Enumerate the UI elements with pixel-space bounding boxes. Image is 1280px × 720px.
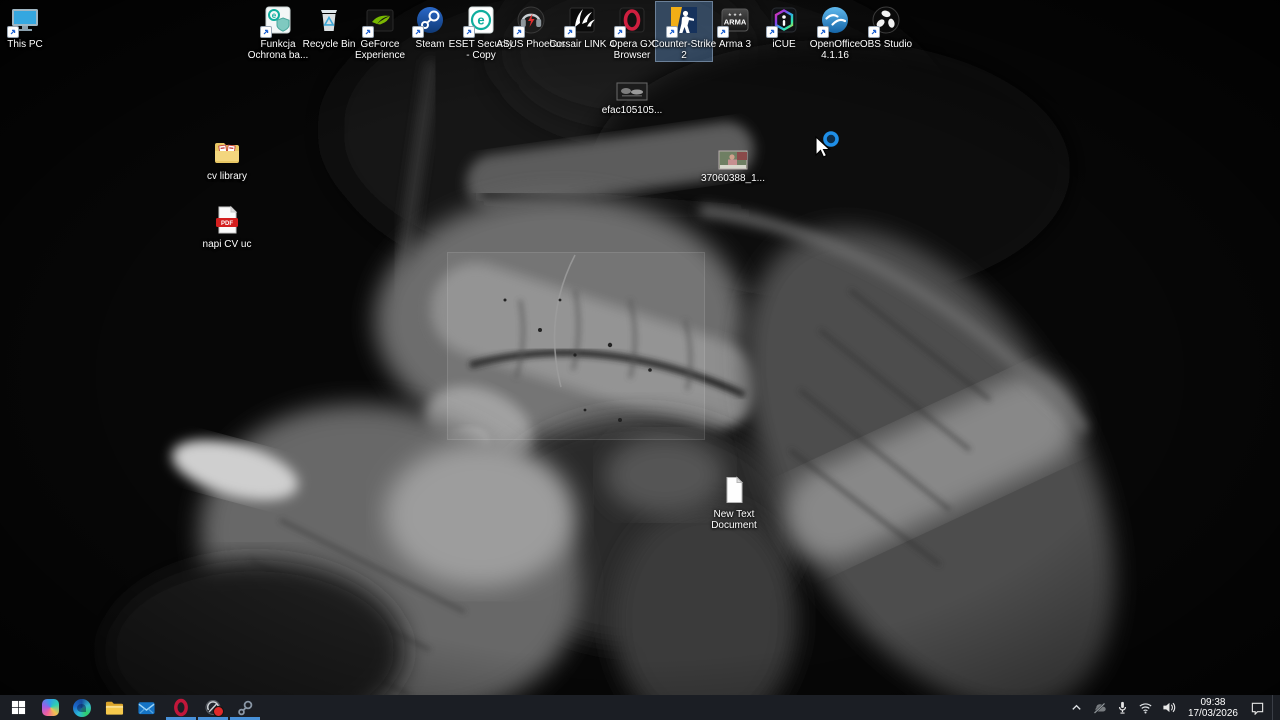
svg-text:e: e [272,11,277,20]
shortcut-arrow-icon [717,26,729,38]
edge-browser-icon [73,698,91,717]
shortcut-arrow-icon [412,26,424,38]
opera-gx-ring-icon [174,698,188,717]
corsair-sails-icon [564,4,598,38]
onedrive-tray-button[interactable] [1092,695,1108,720]
microphone-tray-button[interactable] [1115,695,1131,720]
shortcut-arrow-icon [362,26,374,38]
network-tray-button[interactable] [1138,695,1154,720]
shortcut-arrow-icon [766,26,778,38]
svg-text:e: e [477,13,484,28]
arma-3-icon: ★ ★ ★ ARMA [717,4,751,38]
obs-pinwheel-icon [868,4,902,38]
desktop-icon-eset-security[interactable]: e ESET Security - Copy [449,4,513,61]
eset-e-icon: e [463,4,497,38]
volume-icon [1163,702,1176,713]
action-center-button[interactable] [1249,695,1265,720]
pdf-file-icon: PDF [211,204,243,236]
icon-label: This PC [7,39,43,50]
icon-label: efac105105... [601,105,663,116]
shortcut-arrow-icon [614,26,626,38]
computer-monitor-icon [7,4,41,38]
copilot-icon [41,699,59,716]
taskbar-steam-button[interactable] [229,695,261,720]
shortcut-arrow-icon [513,26,525,38]
taskbar-edge-button[interactable] [66,695,98,720]
mail-envelope-icon [137,701,155,714]
faint-overlay-rectangle [447,252,705,440]
desktop-icon-openoffice[interactable]: OpenOffice 4.1.16 [807,4,863,61]
icon-label: napi CV uc [202,239,252,250]
desktop-icon-photo-37060388[interactable]: 37060388_1... [701,150,765,184]
shortcut-arrow-icon [666,26,678,38]
windows-logo-icon [11,700,25,715]
show-desktop-button[interactable] [1272,695,1277,720]
shortcut-arrow-icon [463,26,475,38]
microphone-icon [1119,701,1127,714]
opera-gx-ring-icon [614,4,648,38]
windows-desktop: { "desktop": { "wallpaper_alt": "Black a… [0,0,1280,720]
taskbar-file-explorer-button[interactable] [98,695,130,720]
desktop-icon-new-text-document[interactable]: New Text Document [706,474,762,531]
folder-with-documents-icon [211,136,243,168]
svg-text:PDF: PDF [221,221,233,227]
steam-logo-icon [412,4,446,38]
clock-date: 17/03/2026 [1187,707,1238,719]
taskbar: 09:38 17/03/2026 [0,695,1280,720]
desktop-icon-napi-cv-pdf[interactable]: PDF napi CV uc [199,204,255,250]
notification-badge [213,706,224,717]
recycle-bin-icon [313,4,345,36]
action-center-icon [1251,702,1263,715]
blank-text-file-icon [718,474,750,506]
taskbar-clock[interactable]: 09:38 17/03/2026 [1184,697,1242,719]
shortcut-arrow-icon [7,26,19,38]
color-photo-thumbnail [717,150,749,170]
system-tray: 09:38 17/03/2026 [1069,695,1280,720]
desktop-icon-funkcja-ochrona[interactable]: e Funkcja Ochrona ba... [248,4,308,61]
shortcut-arrow-icon [260,26,272,38]
nvidia-geforce-icon [362,4,396,38]
volume-tray-button[interactable] [1161,695,1177,720]
start-button[interactable] [2,695,34,720]
counter-strike-2-icon [666,4,700,38]
shortcut-arrow-icon [817,26,829,38]
desktop-icon-geforce-experience[interactable]: GeForce Experience [352,4,408,61]
desktop-icon-obs-studio[interactable]: OBS Studio [858,4,914,50]
taskbar-opera-gx-button[interactable] [165,695,197,720]
onedrive-offline-icon [1094,702,1107,714]
chevron-up-icon [1072,704,1082,710]
taskbar-copilot-button[interactable] [34,695,66,720]
headphones-icon [513,4,547,38]
eset-file-security-icon: e [260,4,294,38]
desktop-icon-efac-image[interactable]: efac105105... [602,82,662,116]
icon-label: 37060388_1... [701,173,765,184]
taskbar-mail-button[interactable] [130,695,162,720]
shortcut-arrow-icon [868,26,880,38]
wifi-icon [1139,703,1152,714]
taskbar-notification-app-button[interactable] [197,695,229,720]
icue-hexagon-icon [766,4,800,38]
icon-label: cv library [206,171,247,182]
folder-icon [105,701,123,715]
icon-label: OBS Studio [859,39,913,50]
grayscale-image-thumbnail [616,82,648,102]
svg-text:★ ★ ★: ★ ★ ★ [728,12,744,17]
steam-logo-icon [238,700,253,715]
desktop-icon-counter-strike-2[interactable]: Counter-Strike 2 [652,1,716,62]
desktop-icon-cv-library[interactable]: cv library [199,136,255,182]
hidden-icons-button[interactable] [1069,695,1085,720]
openoffice-gulls-icon [817,4,851,38]
clock-time: 09:38 [1200,696,1226,708]
desktop-icon-this-pc[interactable]: This PC [0,4,53,50]
icon-label: New Text Document [711,509,757,531]
shortcut-arrow-icon [564,26,576,38]
